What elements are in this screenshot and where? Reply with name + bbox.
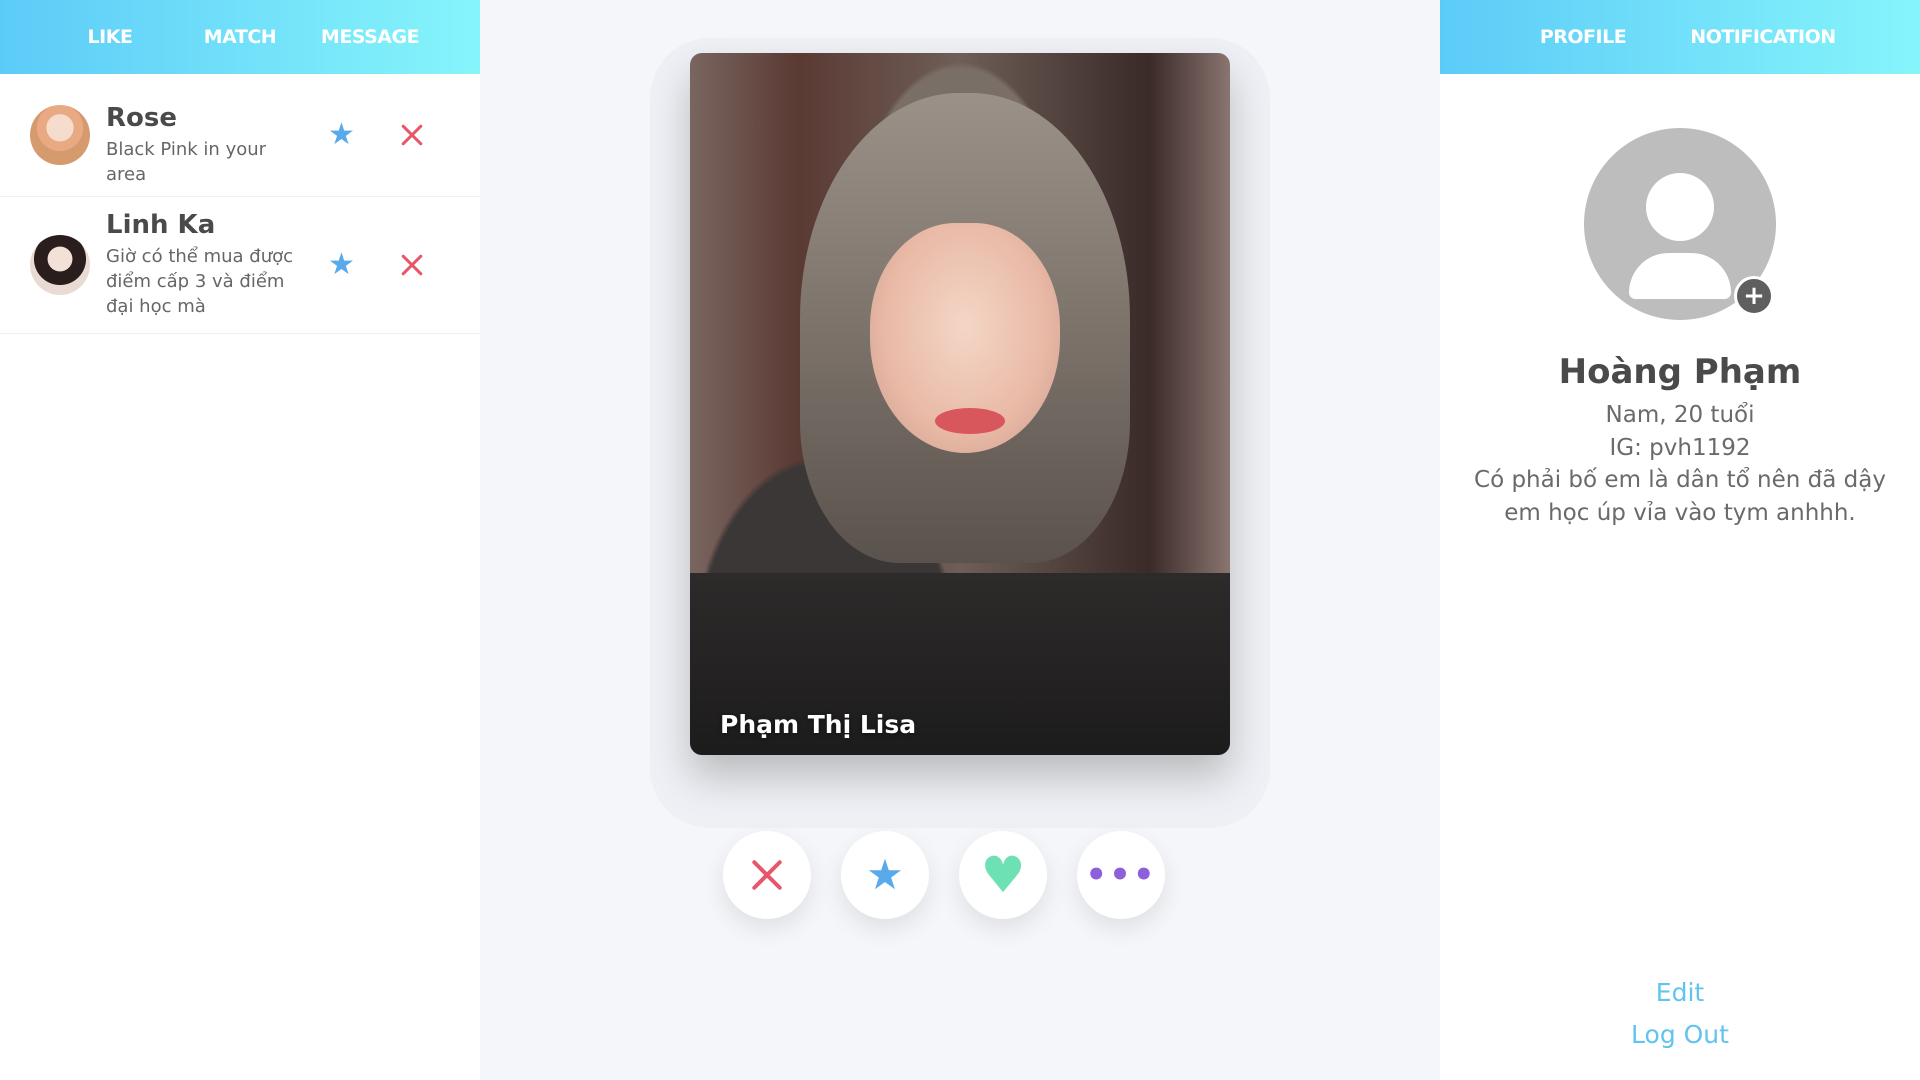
user-head-icon — [1646, 173, 1714, 241]
card-name: Phạm Thị Lisa — [720, 710, 917, 739]
match-item-rose[interactable]: Rose Black Pink in your area ★ — [0, 74, 480, 197]
super-like-button[interactable]: ★ — [841, 831, 929, 919]
profile-instagram: IG: pvh1192 — [1609, 435, 1751, 461]
action-buttons: ★ ♥ ••• — [723, 831, 1165, 919]
left-sidebar: LIKE MATCH MESSAGE Rose Black Pink in yo… — [0, 0, 480, 1080]
edit-link[interactable]: Edit — [1440, 978, 1920, 1007]
profile-gender-age: Nam, 20 tuổi — [1605, 402, 1755, 428]
add-photo-icon[interactable]: + — [1734, 276, 1774, 316]
tab-like[interactable]: LIKE — [45, 26, 175, 48]
heart-icon: ♥ — [980, 846, 1026, 904]
close-icon — [750, 858, 784, 892]
more-icon: ••• — [1085, 855, 1157, 895]
profile-bio: Có phải bố em là dân tổ nên đã dậy em họ… — [1474, 467, 1886, 526]
tab-notification[interactable]: NOTIFICATION — [1663, 26, 1863, 48]
tab-match[interactable]: MATCH — [175, 26, 305, 48]
match-text: Rose Black Pink in your area — [106, 74, 296, 187]
logout-link[interactable]: Log Out — [1440, 1020, 1920, 1049]
tab-message[interactable]: MESSAGE — [305, 26, 435, 48]
left-nav-bar: LIKE MATCH MESSAGE — [0, 0, 480, 74]
match-message: Black Pink in your area — [106, 138, 267, 185]
user-shoulders-icon — [1629, 253, 1731, 299]
right-nav-bar: PROFILE NOTIFICATION — [1440, 0, 1920, 74]
profile-card[interactable]: Phạm Thị Lisa — [690, 53, 1230, 755]
avatar[interactable] — [30, 105, 90, 165]
like-button[interactable]: ♥ — [959, 831, 1047, 919]
match-name: Linh Ka — [106, 210, 216, 240]
profile-name: Hoàng Phạm — [1558, 352, 1802, 392]
star-icon[interactable]: ★ — [328, 120, 355, 150]
close-icon[interactable] — [400, 253, 424, 277]
match-message: Giờ có thể mua được điểm cấp 3 và điểm đ… — [106, 245, 294, 317]
close-icon[interactable] — [400, 123, 424, 147]
nope-button[interactable] — [723, 831, 811, 919]
more-button[interactable]: ••• — [1077, 831, 1165, 919]
card-photo-lips — [935, 408, 1005, 434]
match-name: Rose — [106, 103, 177, 133]
match-text: Linh Ka Giờ có thể mua được điểm cấp 3 v… — [106, 197, 296, 319]
tab-profile[interactable]: PROFILE — [1503, 26, 1663, 48]
star-icon[interactable]: ★ — [328, 250, 355, 280]
match-item-linh-ka[interactable]: Linh Ka Giờ có thể mua được điểm cấp 3 v… — [0, 197, 480, 334]
avatar[interactable] — [30, 235, 90, 295]
star-icon: ★ — [866, 850, 904, 899]
right-sidebar: PROFILE NOTIFICATION + Hoàng Phạm Nam, 2… — [1440, 0, 1920, 1080]
